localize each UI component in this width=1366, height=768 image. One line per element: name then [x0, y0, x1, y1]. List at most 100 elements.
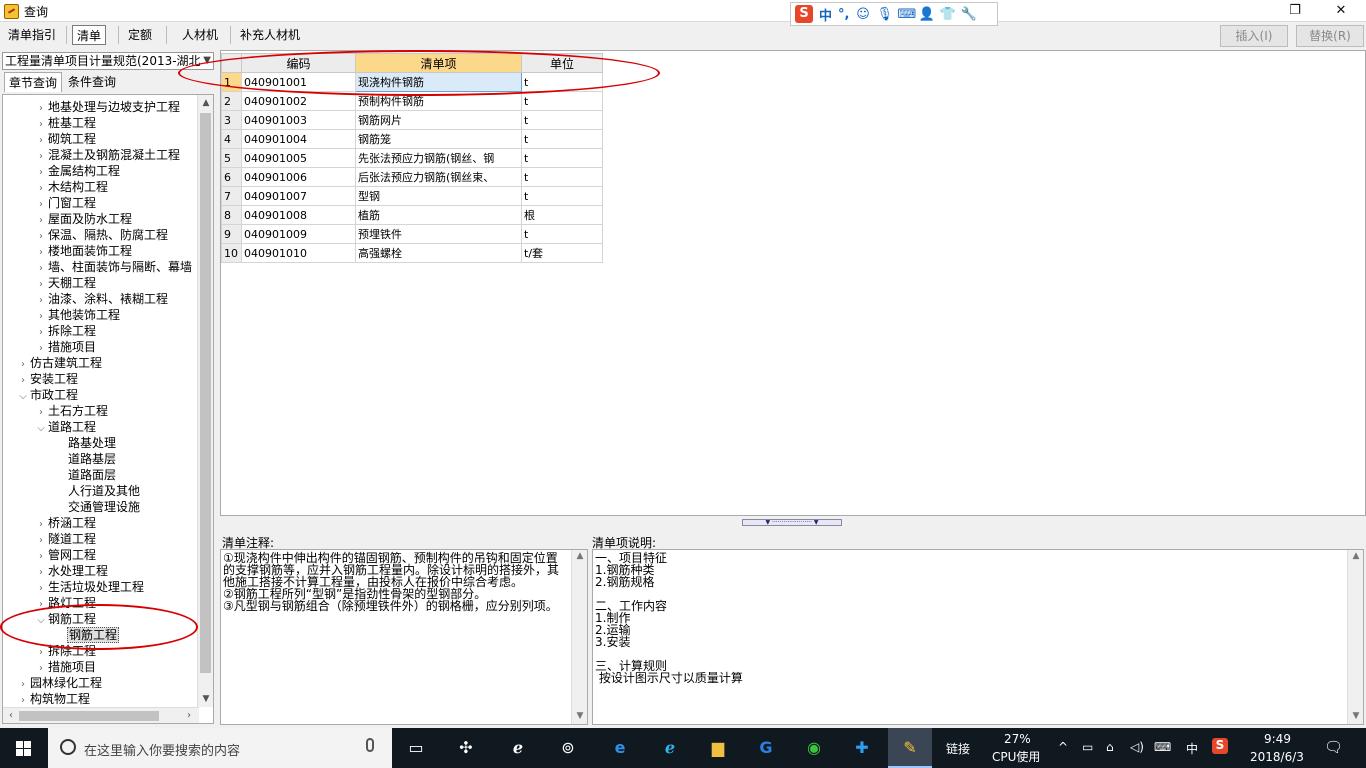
notification-icon[interactable]: 🗨	[1324, 738, 1343, 756]
sogou-tray-icon[interactable]: S	[1212, 738, 1228, 754]
chevron-down-icon[interactable]: ⌵	[17, 389, 29, 405]
sogou-logo-icon[interactable]: S	[795, 5, 813, 23]
skin-shirt-icon[interactable]: 👕	[939, 7, 955, 22]
ime-lang-indicator[interactable]: 中	[1186, 740, 1198, 757]
item-cell[interactable]: 高强螺栓	[355, 243, 522, 263]
row-number-cell[interactable]: 3	[221, 110, 242, 130]
tab-labor-material[interactable]: 人材机	[178, 25, 222, 45]
column-header-item[interactable]: 清单项	[355, 53, 522, 73]
code-cell[interactable]: 040901002	[241, 91, 356, 111]
green-browser-icon[interactable]: ◉	[800, 734, 828, 762]
tree-item[interactable]: › 构筑物工程	[17, 691, 91, 707]
tree-item[interactable]: › 生活垃圾处理工程	[35, 579, 145, 595]
row-number-cell[interactable]: 1	[221, 72, 242, 92]
tree-item[interactable]: › 混凝土及钢筋混凝土工程	[35, 147, 181, 163]
item-cell[interactable]: 后张法预应力钢筋(钢丝束、	[355, 167, 522, 187]
tree-item[interactable]: › 保温、隔热、防腐工程	[35, 227, 169, 243]
tree-item[interactable]: › 墙、柱面装饰与隔断、幕墙	[35, 259, 193, 275]
tab-bill-guide[interactable]: 清单指引	[4, 25, 60, 45]
row-number-cell[interactable]: 4	[221, 129, 242, 149]
code-cell[interactable]: 040901007	[241, 186, 356, 206]
pinwheel-app-icon[interactable]: ✣	[452, 734, 480, 762]
tree-item[interactable]: › 仿古建筑工程	[17, 355, 103, 371]
tree-item[interactable]: › 隧道工程	[35, 531, 97, 547]
row-number-cell[interactable]: 7	[221, 186, 242, 206]
unit-cell[interactable]: t	[521, 186, 603, 206]
edge-browser-icon[interactable]: e	[606, 734, 634, 762]
item-cell[interactable]: 钢筋网片	[355, 110, 522, 130]
tree-item[interactable]: › 土石方工程	[35, 403, 109, 419]
item-cell[interactable]: 型钢	[355, 186, 522, 206]
chevron-down-icon[interactable]: ⌵	[35, 613, 47, 629]
tree-item[interactable]: 交通管理设施	[55, 499, 141, 515]
chevron-up-icon[interactable]: ^	[1058, 740, 1068, 754]
row-number-cell[interactable]: 2	[221, 91, 242, 111]
tree-item[interactable]: ⌵ 钢筋工程	[35, 611, 97, 627]
tree-item[interactable]: › 措施项目	[35, 339, 97, 355]
tree-item[interactable]: › 金属结构工程	[35, 163, 121, 179]
restore-button[interactable]: ❐	[1272, 0, 1318, 22]
scroll-thumb[interactable]	[200, 113, 211, 673]
code-cell[interactable]: 040901004	[241, 129, 356, 149]
scroll-left-icon[interactable]: ‹	[3, 708, 19, 723]
keyboard-icon[interactable]: ⌨	[1154, 740, 1171, 754]
notes-scrollbar[interactable]: ▲ ▼	[571, 550, 587, 724]
table-row[interactable]: 4 040901004 钢筋笼 t	[221, 129, 603, 149]
tree-item[interactable]: ⌵ 市政工程	[17, 387, 79, 403]
unit-cell[interactable]: t	[521, 148, 603, 168]
unit-cell[interactable]: t	[521, 110, 603, 130]
code-cell[interactable]: 040901010	[241, 243, 356, 263]
scroll-up-icon[interactable]: ▲	[198, 95, 213, 111]
tree-item[interactable]: › 水处理工程	[35, 563, 109, 579]
tree-item[interactable]: › 地基处理与边坡支护工程	[35, 99, 181, 115]
unit-cell[interactable]: t	[521, 72, 603, 92]
tab-extra-labor-material[interactable]: 补充人材机	[236, 25, 304, 45]
tree-item[interactable]: › 措施项目	[35, 659, 97, 675]
tree-item[interactable]: › 其他装饰工程	[35, 307, 121, 323]
ime-lang[interactable]: 中	[819, 5, 832, 24]
table-row[interactable]: 5 040901005 先张法预应力钢筋(钢丝、钢 t	[221, 148, 603, 168]
scroll-down-icon[interactable]: ▼	[198, 691, 213, 707]
pricing-app-icon[interactable]: ✎	[896, 734, 924, 762]
row-number-cell[interactable]: 9	[221, 224, 242, 244]
user-icon[interactable]: 👤	[918, 7, 934, 22]
unit-cell[interactable]: 根	[521, 205, 603, 225]
ie-icon[interactable]: ℯ	[656, 734, 684, 762]
scroll-up-icon[interactable]: ▲	[1348, 550, 1363, 564]
unit-cell[interactable]: t/套	[521, 243, 603, 263]
insert-button[interactable]: 插入(I)	[1220, 25, 1288, 47]
clock-date[interactable]: 2018/6/3	[1250, 750, 1304, 764]
volume-icon[interactable]: ◁)	[1130, 740, 1144, 754]
tree-item[interactable]: › 拆除工程	[35, 323, 97, 339]
tree-item[interactable]: › 路灯工程	[35, 595, 97, 611]
table-row[interactable]: 10 040901010 高强螺栓 t/套	[221, 243, 603, 263]
table-row[interactable]: 1 040901001 现浇构件钢筋 t	[221, 72, 603, 92]
scroll-thumb[interactable]	[19, 711, 159, 721]
emoji-icon[interactable]: ☺	[855, 7, 870, 22]
item-cell[interactable]: 预埋铁件	[355, 224, 522, 244]
taskbar-search[interactable]: 在这里输入你要搜索的内容	[48, 728, 392, 768]
column-header-code[interactable]: 编码	[241, 53, 356, 73]
replace-button[interactable]: 替换(R)	[1296, 25, 1364, 47]
keyboard-icon[interactable]: ⌨	[897, 7, 916, 22]
item-cell[interactable]: 预制构件钢筋	[355, 91, 522, 111]
battery-icon[interactable]: ▭	[1082, 740, 1093, 754]
scroll-down-icon[interactable]: ▼	[572, 710, 587, 724]
tree-item[interactable]: 道路面层	[55, 467, 117, 483]
file-explorer-icon[interactable]: ▆	[704, 734, 732, 762]
microphone-icon[interactable]	[366, 738, 374, 752]
scroll-down-icon[interactable]: ▼	[1348, 710, 1363, 724]
table-row[interactable]: 6 040901006 后张法预应力钢筋(钢丝束、 t	[221, 167, 603, 187]
spiral-app-icon[interactable]: ⊚	[554, 734, 582, 762]
tree-item[interactable]: › 桩基工程	[35, 115, 97, 131]
tree-item[interactable]: › 楼地面装饰工程	[35, 243, 133, 259]
item-cell[interactable]: 现浇构件钢筋	[355, 72, 522, 92]
code-cell[interactable]: 040901006	[241, 167, 356, 187]
table-row[interactable]: 9 040901009 预埋铁件 t	[221, 224, 603, 244]
code-cell[interactable]: 040901009	[241, 224, 356, 244]
unit-cell[interactable]: t	[521, 167, 603, 187]
start-button[interactable]	[0, 728, 48, 768]
tree-item[interactable]: › 管网工程	[35, 547, 97, 563]
panel-splitter[interactable]: ▼ ····················· ▼	[742, 519, 842, 526]
task-view-icon[interactable]: ▭	[402, 734, 430, 762]
